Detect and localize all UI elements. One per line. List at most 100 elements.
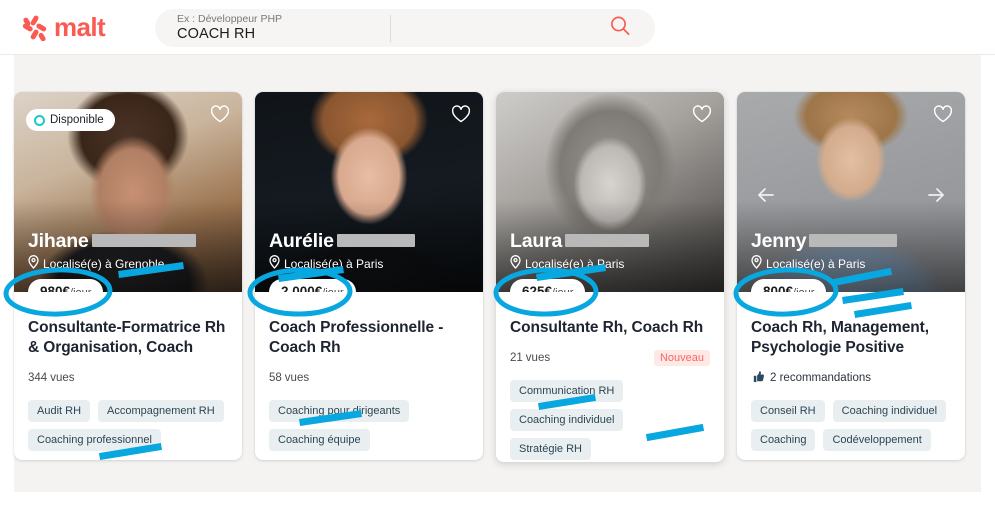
- price-unit: /jour: [552, 280, 573, 292]
- freelancer-firstname: Aurélie: [269, 230, 334, 252]
- skill-tag[interactable]: Conseil RH: [751, 400, 825, 422]
- thumbs-up-icon: [751, 370, 765, 387]
- new-badge: Nouveau: [653, 350, 710, 366]
- views-count: 21 vues: [510, 352, 550, 364]
- arrow-right-icon[interactable]: [925, 184, 947, 206]
- freelancer-name: Jenny: [751, 230, 898, 253]
- freelancer-name: Jihane: [28, 230, 196, 253]
- skill-tag[interactable]: Communication RH: [510, 380, 624, 402]
- card-body: Consultante-Formatrice Rh & Organisation…: [14, 292, 242, 451]
- status-badge-label: Disponible: [50, 114, 104, 126]
- price-badge: 2 000€ /jour: [269, 279, 356, 292]
- heart-icon[interactable]: [692, 104, 712, 124]
- card-meta-row: 2 recommandations: [751, 369, 951, 387]
- price-badge: 980€ /jour: [28, 279, 104, 292]
- skill-tag[interactable]: Coaching: [751, 429, 816, 451]
- freelancer-location: Localisé(e) à Paris: [751, 255, 865, 272]
- skill-tag[interactable]: Codéveloppement: [823, 429, 931, 451]
- freelancer-card[interactable]: Jenny Localisé(e) à Paris 800€ /jour Coa…: [737, 92, 965, 460]
- location-pin-icon: [751, 255, 762, 272]
- views-label: vues: [525, 352, 551, 364]
- freelancer-card[interactable]: Aurélie Localisé(e) à Paris 2 000€ /jour…: [255, 92, 483, 460]
- profile-photo[interactable]: Jenny Localisé(e) à Paris 800€ /jour: [737, 92, 965, 292]
- skill-tag[interactable]: Audit RH: [28, 400, 91, 422]
- redacted-lastname: [565, 234, 650, 248]
- location-label: Localisé(e) à Paris: [766, 256, 866, 271]
- skill-tag[interactable]: Coaching individuel: [510, 409, 624, 431]
- views-label: vues: [284, 372, 310, 384]
- price-amount: 980€: [40, 284, 71, 292]
- heart-icon[interactable]: [451, 104, 471, 124]
- freelancer-name: Laura: [510, 230, 650, 253]
- price-amount: 2 000€: [281, 284, 323, 292]
- location-label: Localisé(e) à Paris: [284, 256, 384, 271]
- redacted-lastname: [809, 234, 898, 248]
- card-title: Coach Rh, Management, Psychologie Positi…: [751, 319, 929, 356]
- search-icon[interactable]: [609, 15, 631, 42]
- views-label: vues: [50, 372, 75, 384]
- card-meta-row: 58 vues: [269, 369, 469, 387]
- price-amount: 625€: [522, 284, 553, 292]
- freelancer-location: Localisé(e) à Paris: [269, 255, 383, 272]
- views-count: 58 vues: [269, 372, 309, 384]
- location-label: Localisé(e) à Paris: [525, 256, 625, 271]
- views-number: 21: [510, 352, 523, 364]
- card-meta-row: 344 vues: [28, 369, 228, 387]
- heart-icon[interactable]: [210, 104, 230, 124]
- skill-tags: Coaching pour dirigeants Coaching équipe: [269, 400, 469, 451]
- card-body: Consultante Rh, Coach Rh 21 vues Nouveau …: [496, 292, 724, 460]
- profile-photo[interactable]: Aurélie Localisé(e) à Paris 2 000€ /jour: [255, 92, 483, 292]
- skill-tag[interactable]: Stratégie RH: [510, 438, 591, 460]
- malt-asterisk-logo-icon: [21, 14, 48, 42]
- redacted-lastname: [336, 234, 415, 248]
- skill-tags: Communication RH Coaching individuel Str…: [510, 380, 710, 460]
- location-label: Localisé(e) à Grenoble: [43, 256, 165, 271]
- card-title: Consultante-Formatrice Rh & Organisation…: [28, 319, 226, 356]
- search-hint-label: Ex : Développeur PHP: [177, 13, 283, 25]
- price-amount: 800€: [763, 284, 794, 292]
- profile-photo[interactable]: Laura Localisé(e) à Paris 625€ /jour: [496, 92, 724, 292]
- freelancer-card[interactable]: Laura Localisé(e) à Paris 625€ /jour Con…: [496, 92, 724, 462]
- profile-photo[interactable]: Disponible Jihane Localisé(e) à Grenoble: [14, 92, 242, 292]
- freelancer-location: Localisé(e) à Grenoble: [28, 255, 164, 272]
- card-title: Consultante Rh, Coach Rh: [510, 319, 704, 336]
- location-pin-icon: [269, 255, 280, 272]
- skill-tag[interactable]: Coaching professionnel: [28, 429, 161, 451]
- freelancer-name: Aurélie: [269, 230, 415, 253]
- search-field[interactable]: Ex : Développeur PHP COACH RH: [155, 13, 390, 43]
- price-badge: 800€ /jour: [751, 279, 827, 292]
- skill-tag[interactable]: Coaching équipe: [269, 429, 370, 451]
- card-body: Coach Professionnelle - Coach Rh 58 vues …: [255, 292, 483, 451]
- arrow-left-icon[interactable]: [755, 184, 777, 206]
- search-bar[interactable]: Ex : Développeur PHP COACH RH: [155, 9, 655, 47]
- availability-ring-icon: [34, 114, 45, 126]
- malt-logo-text: malt: [54, 12, 106, 42]
- price-badge: 625€ /jour: [510, 279, 586, 292]
- views-count: 344 vues: [28, 372, 74, 384]
- card-body: Coach Rh, Management, Psychologie Positi…: [737, 292, 965, 451]
- skill-tag[interactable]: Coaching pour dirigeants: [269, 400, 410, 422]
- freelancer-firstname: Laura: [510, 230, 563, 252]
- freelancer-location: Localisé(e) à Paris: [510, 255, 624, 272]
- recommendations-label: 2 recommandations: [770, 372, 871, 384]
- location-pin-icon: [510, 255, 521, 272]
- malt-logo[interactable]: malt: [21, 12, 106, 43]
- skill-tags: Audit RH Accompagnement RH Coaching prof…: [28, 400, 228, 451]
- recommendations: 2 recommandations: [751, 370, 871, 387]
- heart-icon[interactable]: [933, 104, 953, 124]
- search-location-field[interactable]: [391, 9, 655, 47]
- price-unit: /jour: [322, 280, 343, 292]
- skill-tag[interactable]: Coaching individuel: [832, 400, 947, 422]
- location-pin-icon: [28, 255, 39, 272]
- malt-search-results-page: malt Ex : Développeur PHP COACH RH Dispo…: [0, 0, 995, 512]
- card-meta-row: 21 vues Nouveau: [510, 349, 710, 367]
- search-input[interactable]: COACH RH: [177, 26, 390, 43]
- freelancer-card[interactable]: Disponible Jihane Localisé(e) à Grenoble: [14, 92, 242, 460]
- card-title: Coach Professionnelle - Coach Rh: [269, 319, 444, 356]
- status-badge: Disponible: [26, 109, 115, 131]
- redacted-lastname: [91, 234, 196, 248]
- skill-tag[interactable]: Accompagnement RH: [98, 400, 224, 422]
- price-unit: /jour: [70, 280, 91, 292]
- views-number: 58: [269, 372, 282, 384]
- skill-tags: Conseil RH Coaching individuel Coaching …: [751, 400, 951, 451]
